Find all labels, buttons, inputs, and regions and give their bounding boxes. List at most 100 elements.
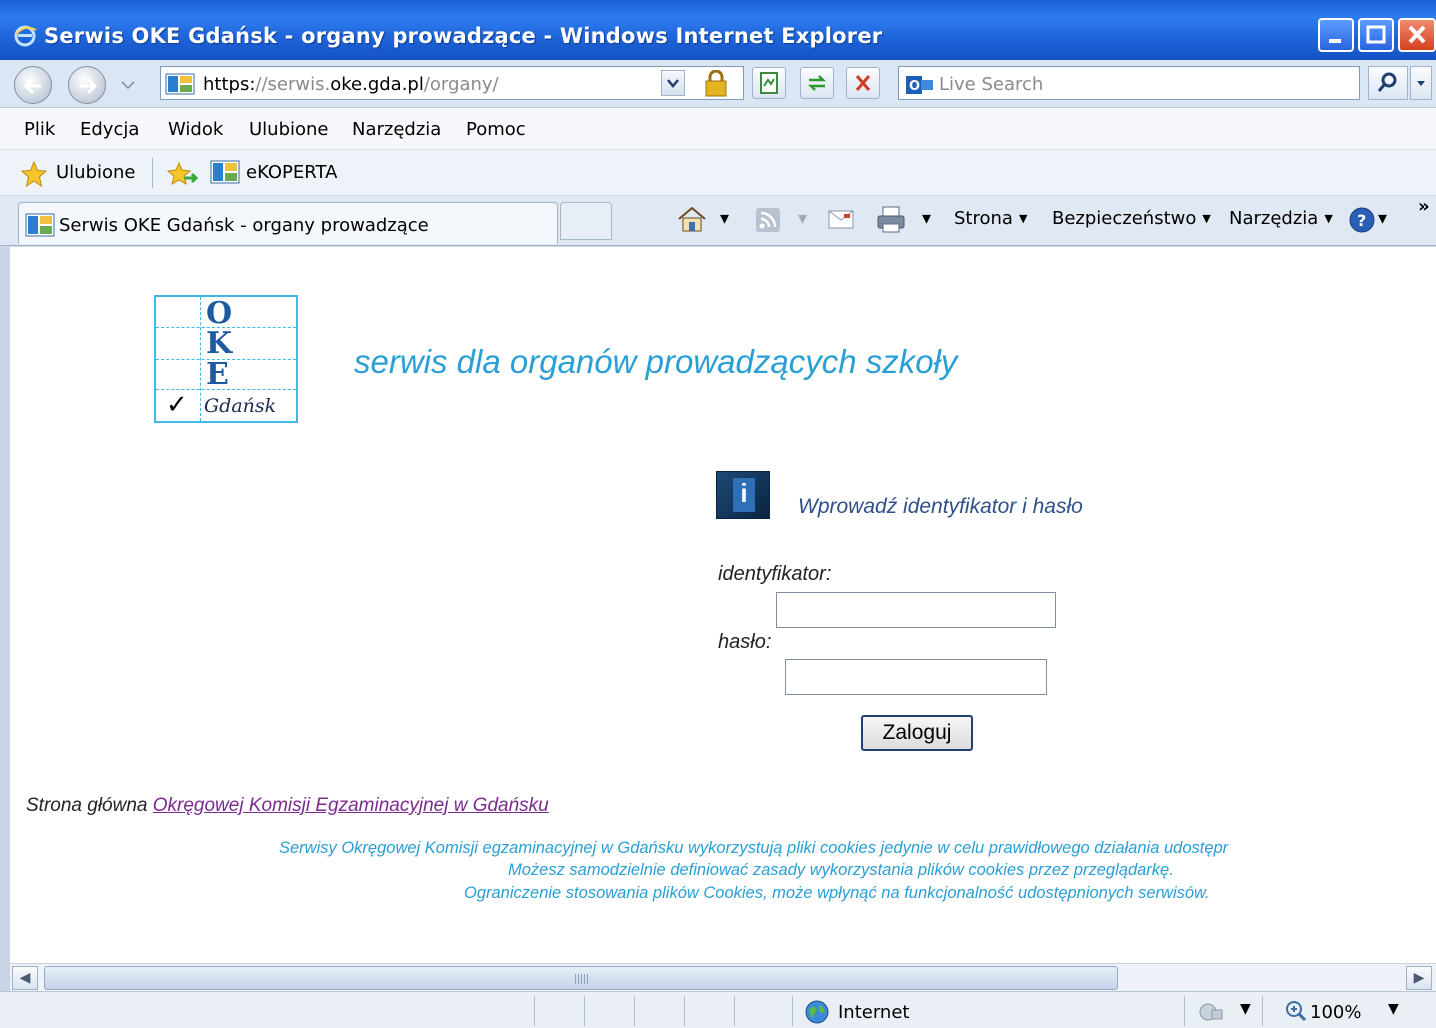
minimize-button[interactable] (1318, 18, 1354, 52)
live-search-icon: O (906, 76, 933, 94)
zoom-dropdown-icon[interactable]: ▼ (1388, 1001, 1399, 1017)
search-field[interactable]: O Live Search (898, 66, 1360, 100)
page-content: O K E ✓ Gdańsk serwis dla organów prowad… (10, 247, 1436, 963)
help-dropdown-icon[interactable]: ▾ (1378, 208, 1387, 229)
chevron-down-icon (1417, 81, 1425, 86)
menu-item-view[interactable]: Widok (168, 119, 223, 140)
site-favicon-icon (210, 160, 240, 184)
cookie-notice-line-1: Serwisy Okręgowej Komisji egzaminacyjnej… (279, 839, 1229, 857)
cookie-notice-line-3: Ograniczenie stosowania plików Cookies, … (464, 884, 1210, 902)
menu-bar: Plik Edycja Widok Ulubione Narzędzia Pom… (0, 108, 1436, 150)
menu-item-tools[interactable]: Narzędzia (352, 119, 441, 140)
magnifier-icon (1377, 72, 1397, 92)
internet-zone-globe-icon (805, 1000, 829, 1024)
page-title: serwis dla organów prowadzących szkoły (354, 343, 958, 380)
page-menu[interactable]: Strona ▼ (954, 208, 1027, 229)
logo-city: Gdańsk (204, 395, 277, 417)
scroll-left-button[interactable]: ◀ (12, 966, 38, 990)
search-options-button[interactable] (1410, 66, 1432, 100)
back-button[interactable] (14, 66, 52, 104)
favorites-separator (152, 158, 153, 188)
logo-letter-o: O (206, 296, 233, 331)
tools-menu[interactable]: Narzędzia ▼ (1229, 208, 1333, 229)
status-bar: Internet ▼ 100% ▼ (0, 991, 1436, 1028)
back-arrow-icon (23, 77, 41, 95)
address-toolbar: https://serwis.oke.gda.pl/organy/ O Live… (0, 60, 1436, 108)
tab-title: Serwis OKE Gdańsk - organy prowadzące (59, 215, 429, 236)
zoom-level[interactable]: 100% (1310, 1002, 1361, 1023)
favorite-link-ekoperta[interactable]: eKOPERTA (246, 162, 337, 183)
svg-text:?: ? (1357, 211, 1366, 230)
protected-mode-dropdown-icon[interactable]: ▼ (1240, 1001, 1251, 1017)
security-menu[interactable]: Bezpieczeństwo ▼ (1052, 208, 1211, 229)
scroll-right-button[interactable]: ▶ (1406, 966, 1432, 990)
url-text: https://serwis.oke.gda.pl/organy/ (203, 74, 499, 95)
lock-icon[interactable] (701, 70, 731, 98)
print-icon[interactable] (874, 204, 908, 234)
zoom-icon[interactable] (1284, 999, 1308, 1023)
menu-item-favorites[interactable]: Ulubione (249, 119, 329, 140)
rss-feed-icon[interactable] (754, 206, 782, 234)
compatibility-view-button[interactable] (752, 67, 786, 99)
close-window-button[interactable] (1398, 18, 1436, 52)
oke-home-link[interactable]: Okręgowej Komisji Egzaminacyjnej w Gdańs… (153, 795, 549, 816)
favorites-star-icon[interactable] (20, 160, 48, 188)
address-field[interactable]: https://serwis.oke.gda.pl/organy/ (160, 66, 744, 100)
security-zone-label: Internet (838, 1002, 910, 1023)
cookie-notice-line-2: Możesz samodzielnie definiować zasady wy… (508, 861, 1174, 879)
home-icon[interactable] (676, 204, 710, 234)
logo-letter-k: K (206, 326, 233, 361)
login-button[interactable]: Zaloguj (861, 715, 973, 751)
toolbar-overflow-button[interactable]: » (1418, 196, 1430, 217)
scroll-thumb[interactable] (44, 966, 1118, 990)
identifier-label: identyfikator: (718, 563, 832, 585)
tab-active[interactable]: Serwis OKE Gdańsk - organy prowadzące (18, 202, 558, 244)
print-dropdown-icon[interactable]: ▾ (922, 208, 931, 229)
horizontal-scrollbar[interactable]: ◀ ▶ (10, 963, 1436, 991)
password-label: hasło: (718, 631, 772, 653)
tab-bar: Serwis OKE Gdańsk - organy prowadzące ▾ … (0, 196, 1436, 246)
menu-item-edit[interactable]: Edycja (80, 119, 139, 140)
maximize-icon (1366, 25, 1386, 44)
internet-explorer-icon (14, 25, 37, 47)
add-favorite-icon[interactable] (166, 160, 198, 188)
maximize-button[interactable] (1358, 18, 1394, 52)
chevron-down-icon (667, 79, 679, 88)
home-link-line: Strona główna Okręgowej Komisji Egzamina… (26, 795, 549, 817)
password-input[interactable] (785, 659, 1047, 695)
stop-button[interactable] (846, 67, 880, 99)
page-icon (760, 72, 778, 94)
refresh-icon (807, 75, 827, 91)
site-favicon-icon (25, 213, 55, 237)
favorites-bar: Ulubione eKOPERTA (0, 150, 1436, 196)
forward-arrow-icon (80, 77, 98, 95)
home-link-prefix: Strona główna (26, 795, 153, 816)
favorites-button-label[interactable]: Ulubione (56, 162, 136, 183)
checkmark-icon: ✓ (166, 390, 188, 420)
search-button[interactable] (1368, 66, 1408, 100)
home-dropdown-icon[interactable]: ▾ (720, 208, 729, 229)
search-placeholder: Live Search (939, 74, 1044, 95)
forward-button[interactable] (68, 66, 106, 104)
menu-item-file[interactable]: Plik (24, 119, 55, 140)
oke-logo: O K E ✓ Gdańsk (154, 295, 298, 423)
history-dropdown-icon[interactable] (120, 80, 136, 90)
refresh-button[interactable] (800, 67, 834, 99)
address-dropdown-button[interactable] (661, 70, 685, 96)
minimize-icon (1329, 39, 1341, 43)
logo-letter-e: E (206, 357, 229, 392)
help-icon[interactable]: ? (1348, 206, 1376, 234)
info-icon: i (716, 471, 770, 519)
feed-dropdown-icon: ▾ (798, 208, 808, 229)
mail-icon[interactable] (826, 206, 856, 232)
svg-text:O: O (909, 79, 920, 94)
menu-item-help[interactable]: Pomoc (466, 119, 526, 140)
close-icon (1408, 25, 1426, 44)
window-title: Serwis OKE Gdańsk - organy prowadzące - … (44, 24, 883, 48)
identifier-input[interactable] (776, 592, 1056, 628)
new-tab-button[interactable] (560, 202, 612, 240)
site-favicon-icon (165, 73, 195, 95)
window-titlebar[interactable]: Serwis OKE Gdańsk - organy prowadzące - … (0, 0, 1436, 60)
protected-mode-icon[interactable] (1198, 1000, 1226, 1024)
window-left-edge (0, 247, 10, 991)
